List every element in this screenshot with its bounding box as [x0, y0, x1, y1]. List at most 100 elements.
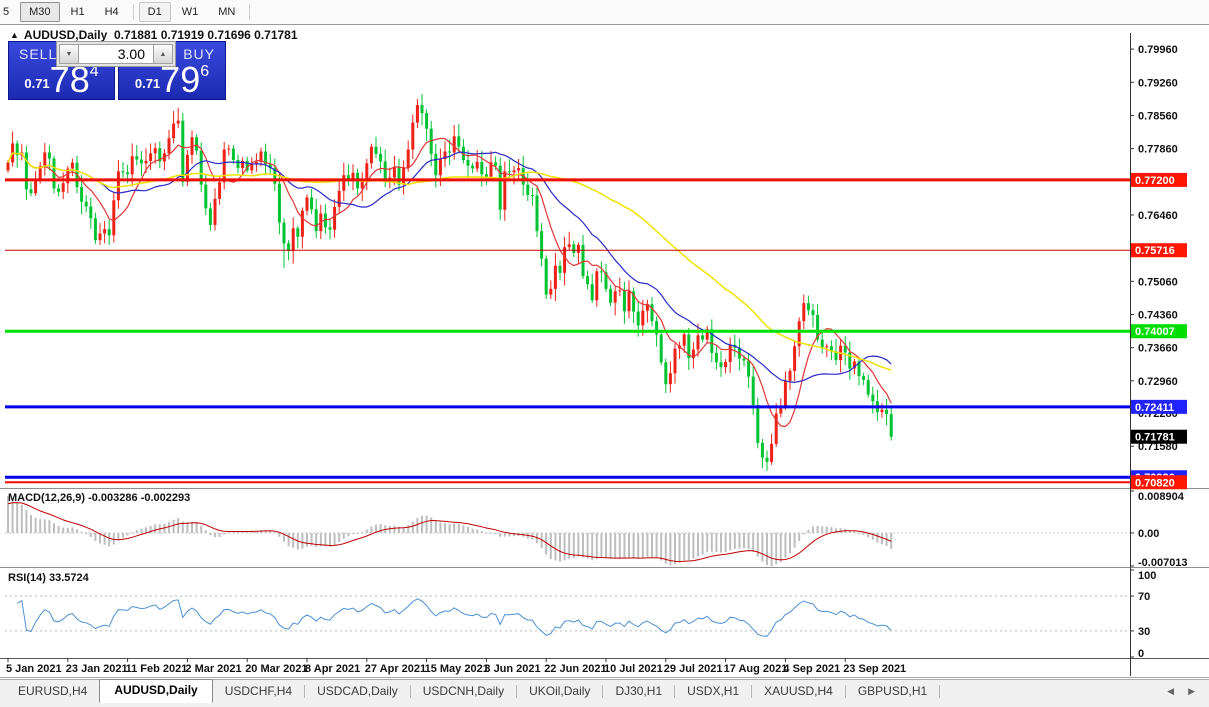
volume-input[interactable] [79, 44, 153, 64]
candle [517, 168, 521, 171]
rsi-tick-label: 0 [1138, 648, 1144, 660]
candle [590, 284, 594, 301]
candle [507, 171, 511, 173]
toolbar-separator [249, 4, 251, 20]
chart-tab-strip: EURUSD,H4 AUDUSD,Daily USDCHF,H4 USDCAD,Dai… [0, 679, 1209, 707]
tab-usdx-h1[interactable]: USDX,H1 [675, 681, 751, 701]
candle [360, 181, 364, 189]
candle [121, 171, 125, 173]
candle [213, 198, 217, 225]
timeframe-button-h4[interactable]: H4 [96, 2, 128, 22]
candle [236, 160, 240, 169]
timeframe-button-m30[interactable]: M30 [20, 2, 60, 22]
timeframe-button-mn[interactable]: MN [209, 2, 244, 22]
candle [563, 247, 567, 273]
candle [452, 136, 456, 153]
ohlc-close: 0.71781 [254, 28, 298, 42]
candle [641, 310, 645, 326]
tabs-scroll-right-icon[interactable]: ▶ [1188, 686, 1195, 697]
chevron-up-icon: ▲ [159, 50, 167, 58]
candle [61, 183, 65, 192]
candle [204, 184, 208, 209]
ohlc-high: 0.71919 [160, 28, 205, 42]
candle [195, 137, 199, 151]
volume-increase-button[interactable]: ▲ [153, 44, 173, 64]
candle [153, 148, 157, 154]
candle [765, 457, 769, 462]
candle [47, 152, 51, 159]
candle [328, 227, 332, 230]
tab-gbpusd-h1[interactable]: GBPUSD,H1 [846, 681, 939, 701]
candle [406, 149, 410, 169]
candle [512, 170, 516, 173]
candle [724, 361, 728, 368]
timeframe-button-5[interactable]: 5 [0, 2, 18, 22]
candle [549, 288, 553, 295]
candle [696, 335, 700, 350]
candle [167, 138, 171, 154]
candle [296, 228, 300, 237]
candle [622, 290, 626, 312]
candle [29, 189, 33, 194]
tab-ukoil-daily[interactable]: UKOil,Daily [517, 681, 602, 701]
candle [457, 136, 461, 147]
candle [659, 334, 663, 363]
tab-eurusd-h4[interactable]: EURUSD,H4 [6, 681, 99, 701]
candle [471, 165, 475, 169]
candle [337, 190, 341, 207]
chart-symbol: AUDUSD,Daily [23, 28, 108, 42]
macd-tick-label: 0.008904 [1138, 491, 1185, 503]
macd-label: MACD(12,26,9) -0.003286 -0.002293 [8, 492, 191, 504]
date-label: 2 Mar 2021 [185, 663, 241, 675]
date-label: 20 Mar 2021 [245, 663, 307, 675]
price-chart[interactable]: 0.79960 0.79260 0.78560 0.77860 0.76460 0.750… [0, 25, 1209, 679]
chevron-down-icon: ▼ [65, 50, 73, 58]
candle [494, 162, 498, 166]
rsi-value: 33.5724 [48, 572, 89, 584]
rsi-tick-label: 100 [1138, 570, 1156, 582]
candle [57, 188, 61, 192]
candle [751, 376, 755, 406]
candle [231, 148, 235, 161]
tab-usdcad-daily[interactable]: USDCAD,Daily [305, 681, 410, 701]
candle [880, 409, 884, 413]
timeframe-button-w1[interactable]: W1 [173, 2, 208, 22]
tab-audusd-daily[interactable]: AUDUSD,Daily [99, 679, 213, 703]
candle [526, 184, 530, 196]
timeframe-button-d1[interactable]: D1 [138, 2, 171, 22]
candle [6, 162, 10, 171]
candle [664, 362, 668, 385]
candle [613, 291, 617, 303]
timeframe-button-h1[interactable]: H1 [62, 2, 94, 22]
tab-usdcnh-daily[interactable]: USDCNH,Daily [411, 681, 516, 701]
candle [379, 153, 383, 162]
price-badge-label: 0.70820 [1135, 477, 1175, 489]
candle [673, 348, 677, 374]
candle [172, 123, 176, 139]
rsi-label: RSI(14) 33.5724 [8, 572, 89, 584]
volume-decrease-button[interactable]: ▼ [59, 44, 79, 64]
tab-dj30-h1[interactable]: DJ30,H1 [603, 681, 674, 701]
candle [208, 208, 212, 225]
price-badge-label: 0.75716 [1135, 245, 1175, 257]
candle [126, 172, 130, 175]
macd-tick-label: -0.007013 [1138, 557, 1188, 569]
candle [291, 228, 295, 251]
price-badge-label: 0.74007 [1135, 326, 1175, 338]
candle [310, 197, 314, 210]
price-tick-label: 0.72960 [1138, 376, 1178, 388]
candle [806, 303, 810, 311]
tab-xauusd-h4[interactable]: XAUUSD,H4 [752, 681, 845, 701]
collapse-panel-icon[interactable]: ▲ [10, 30, 19, 40]
candle [112, 200, 116, 236]
candle [618, 290, 622, 292]
candle [802, 303, 806, 322]
tabs-scroll-left-icon[interactable]: ◀ [1167, 686, 1174, 697]
candle [80, 187, 84, 202]
candle [871, 394, 875, 402]
candle [866, 379, 870, 395]
tab-usdchf-h4[interactable]: USDCHF,H4 [213, 681, 304, 701]
rsi-tick-label: 30 [1138, 626, 1150, 638]
candle [93, 218, 97, 241]
date-label: 17 Aug 2021 [724, 663, 788, 675]
